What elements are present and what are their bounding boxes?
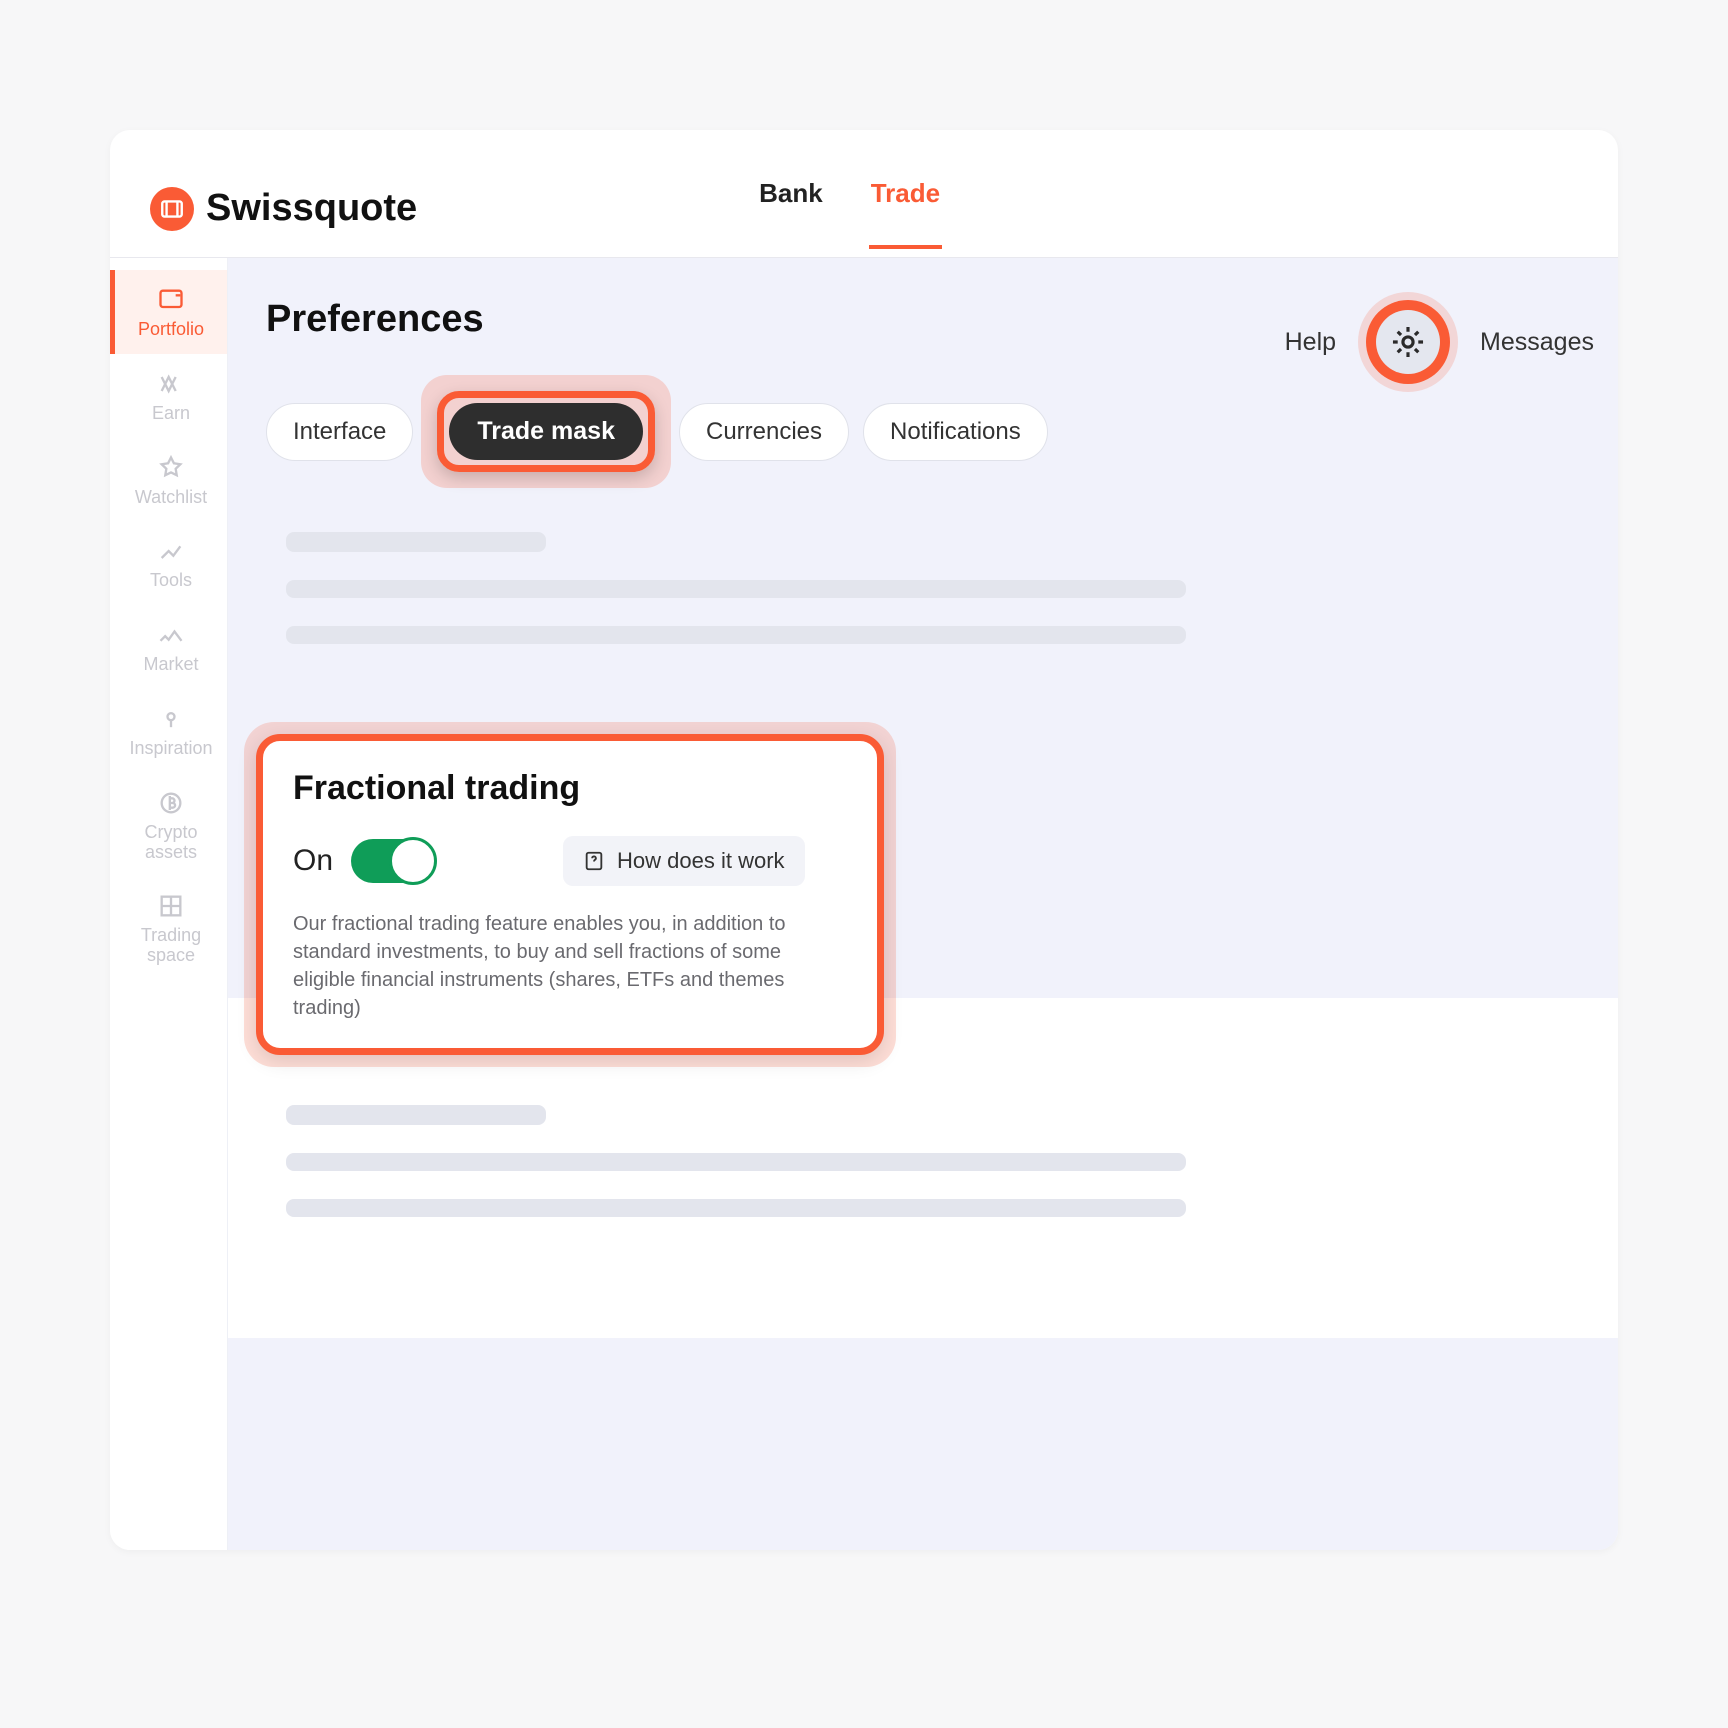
logo: Swissquote (150, 187, 417, 231)
fractional-trading-card: Fractional trading On How does it work O… (256, 734, 884, 1055)
help-link[interactable]: Help (1285, 328, 1336, 357)
skeleton-placeholder-1 (286, 532, 1594, 644)
sidebar-item-portfolio[interactable]: Portfolio (110, 270, 227, 354)
header: Swissquote Bank Trade (110, 130, 1618, 258)
toggle-state-label: On (293, 844, 333, 878)
fractional-description: Our fractional trading feature enables y… (293, 910, 847, 1022)
sidebar-item-earn[interactable]: Earn (110, 354, 227, 438)
app-window: Swissquote Bank Trade Portfolio Earn Wat… (110, 130, 1618, 1550)
sidebar-item-label: Tools (150, 571, 192, 591)
sidebar-item-label: Watchlist (135, 488, 207, 508)
tab-trade-mask-highlight: Trade mask (427, 381, 665, 482)
tab-interface[interactable]: Interface (266, 403, 413, 461)
sidebar-item-label: Crypto assets (119, 823, 223, 863)
sidebar-item-tools[interactable]: Tools (110, 521, 227, 605)
brand-name: Swissquote (206, 187, 417, 230)
sidebar-item-crypto[interactable]: Crypto assets (110, 773, 227, 877)
sidebar-item-watchlist[interactable]: Watchlist (110, 438, 227, 522)
tab-notifications[interactable]: Notifications (863, 403, 1048, 461)
tab-bank[interactable]: Bank (757, 168, 825, 249)
sidebar-item-label: Trading space (119, 926, 223, 966)
sidebar: Portfolio Earn Watchlist Tools Market In… (110, 258, 228, 1550)
sidebar-item-label: Portfolio (138, 320, 204, 340)
top-right-actions: Help Messages (1285, 292, 1594, 392)
top-tabs: Bank Trade (757, 168, 942, 249)
fractional-toggle[interactable] (351, 839, 435, 883)
sidebar-item-label: Earn (152, 404, 190, 424)
messages-link[interactable]: Messages (1480, 328, 1594, 357)
sidebar-item-label: Inspiration (129, 739, 212, 759)
skeleton-placeholder-2 (286, 1105, 1594, 1217)
tab-trade-mask[interactable]: Trade mask (449, 403, 643, 460)
sidebar-item-label: Market (143, 655, 198, 675)
preferences-tabs: Interface Trade mask Currencies Notifica… (266, 381, 1594, 482)
gear-icon (1376, 310, 1440, 374)
sidebar-item-trading-space[interactable]: Trading space (110, 876, 227, 980)
tab-currencies[interactable]: Currencies (679, 403, 849, 461)
tab-trade[interactable]: Trade (869, 168, 942, 249)
sidebar-item-market[interactable]: Market (110, 605, 227, 689)
logo-icon (150, 187, 194, 231)
sidebar-item-inspiration[interactable]: Inspiration (110, 689, 227, 773)
main-content: Preferences Help Messages (228, 258, 1618, 1550)
settings-button[interactable] (1358, 292, 1458, 392)
fractional-title: Fractional trading (293, 769, 847, 808)
help-icon (583, 850, 605, 872)
body: Portfolio Earn Watchlist Tools Market In… (110, 258, 1618, 1550)
how-it-works-label: How does it work (617, 848, 785, 874)
how-it-works-button[interactable]: How does it work (563, 836, 805, 886)
